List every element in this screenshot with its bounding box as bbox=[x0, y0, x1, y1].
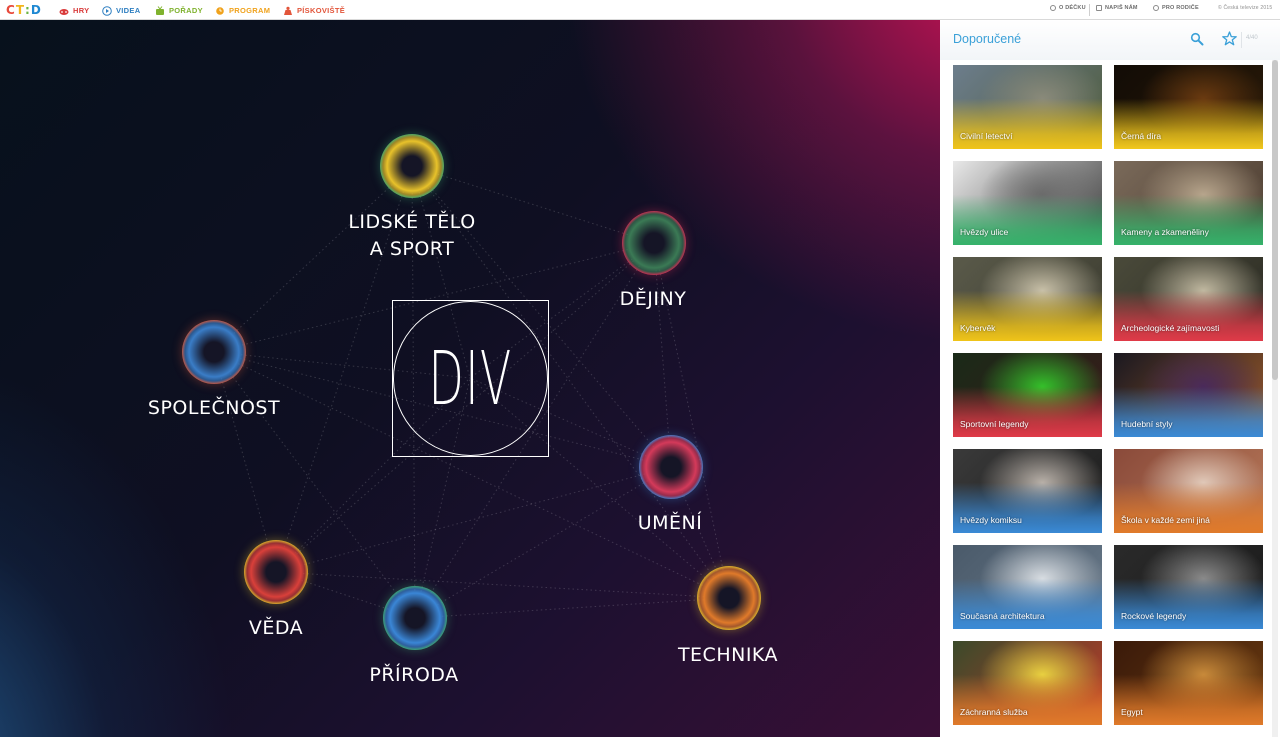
tile-caption: Archeologické zajímavosti bbox=[1121, 323, 1220, 333]
topic-label: DĚJINY bbox=[619, 288, 687, 310]
div-center-logo[interactable]: DIV bbox=[392, 300, 549, 457]
topic-circle bbox=[622, 211, 686, 275]
topic-label: VĚDA bbox=[248, 617, 304, 639]
ctd-logo[interactable]: C T : D bbox=[6, 3, 41, 17]
help-icon bbox=[1153, 5, 1159, 11]
tile-caption: Civilní letectví bbox=[960, 131, 1013, 141]
video-tile[interactable]: Hudební styly bbox=[1114, 353, 1263, 437]
nav-hry[interactable]: HRY bbox=[59, 4, 89, 17]
topic-label: UMĚNÍ bbox=[637, 512, 703, 534]
video-tile[interactable]: Černá díra bbox=[1114, 65, 1263, 149]
nav-videa[interactable]: VIDEA bbox=[102, 4, 140, 17]
network-link bbox=[213, 351, 277, 573]
tile-caption: Rockové legendy bbox=[1121, 611, 1187, 621]
topic-circle bbox=[383, 586, 447, 650]
video-tile[interactable]: Archeologické zajímavosti bbox=[1114, 257, 1263, 341]
topic-circle bbox=[182, 320, 246, 384]
play-icon bbox=[102, 5, 112, 16]
clock-icon bbox=[216, 6, 224, 15]
logo-char: T bbox=[15, 3, 24, 17]
video-tile[interactable]: Hvězdy komiksu bbox=[953, 449, 1102, 533]
util-divider bbox=[1089, 4, 1090, 16]
util-o-decku[interactable]: O DÉČKU bbox=[1050, 5, 1086, 11]
sidebar-header: Doporučené 4/40 bbox=[940, 20, 1280, 60]
logo-char: D bbox=[30, 3, 41, 17]
video-tile[interactable]: Civilní letectví bbox=[953, 65, 1102, 149]
topic-circle bbox=[697, 566, 761, 630]
topic-circle bbox=[380, 134, 444, 198]
video-tile[interactable]: Sportovní legendy bbox=[953, 353, 1102, 437]
tile-caption: Egypt bbox=[1121, 707, 1143, 717]
network-link bbox=[414, 466, 672, 619]
tile-caption: Záchranná služba bbox=[960, 707, 1028, 717]
sandbox-icon bbox=[284, 6, 292, 15]
scrollbar[interactable] bbox=[1272, 60, 1278, 737]
nav-program-label: PROGRAM bbox=[229, 6, 271, 15]
tile-caption: Černá díra bbox=[1121, 131, 1162, 141]
nav-porady[interactable]: POŘADY bbox=[155, 4, 203, 17]
tile-caption: Sportovní legendy bbox=[960, 419, 1029, 429]
topic-label: PŘÍRODA bbox=[369, 664, 459, 686]
nav-porady-label: POŘADY bbox=[169, 6, 203, 15]
nav-piskoviste-label: PÍSKOVIŠTĚ bbox=[297, 6, 346, 15]
tv-icon bbox=[156, 5, 164, 15]
div-logo-text: DIV bbox=[428, 335, 513, 422]
util-napis-nam[interactable]: NAPIŠ NÁM bbox=[1096, 5, 1138, 11]
topic-label: TECHNIKA bbox=[677, 644, 779, 666]
tile-caption: Hudební styly bbox=[1121, 419, 1173, 429]
video-tile[interactable]: Hvězdy ulice bbox=[953, 161, 1102, 245]
video-tile[interactable]: Egypt bbox=[1114, 641, 1263, 725]
util-pro-rodice-label: PRO RODIČE bbox=[1162, 5, 1199, 11]
header-divider bbox=[1241, 32, 1242, 48]
copyright: © Česká televize 2015 bbox=[1218, 5, 1272, 11]
nav-piskoviste[interactable]: PÍSKOVIŠTĚ bbox=[283, 4, 345, 17]
search-icon[interactable] bbox=[1190, 32, 1204, 46]
logo-char: C bbox=[6, 3, 15, 17]
video-tile[interactable]: Kameny a zkameněliny bbox=[1114, 161, 1263, 245]
topic-label: SPOLEČNOST bbox=[147, 397, 281, 419]
util-o-decku-label: O DÉČKU bbox=[1059, 5, 1086, 11]
tile-caption: Hvězdy komiksu bbox=[960, 515, 1022, 525]
nav-hry-label: HRY bbox=[73, 6, 90, 15]
copyright-text: © Česká televize 2015 bbox=[1218, 5, 1273, 11]
video-tile[interactable]: Záchranná služba bbox=[953, 641, 1102, 725]
scroll-thumb[interactable] bbox=[1272, 60, 1278, 380]
page-indicator: 4/40 bbox=[1246, 35, 1258, 41]
video-tile[interactable]: Rockové legendy bbox=[1114, 545, 1263, 629]
recommended-sidebar: Doporučené 4/40 Civilní letectví Černá dí… bbox=[940, 20, 1280, 737]
top-bar: C T : D HRY VIDEA POŘADY PROGRAM PÍSKOVI… bbox=[0, 0, 1280, 20]
video-tile[interactable]: Kybervěk bbox=[953, 257, 1102, 341]
nav-videa-label: VIDEA bbox=[116, 6, 141, 15]
topic-circle bbox=[639, 435, 703, 499]
info-icon bbox=[1050, 5, 1056, 11]
tile-caption: Kameny a zkameněliny bbox=[1121, 227, 1209, 237]
logo-char: : bbox=[25, 3, 30, 17]
sidebar-title: Doporučené bbox=[953, 32, 1022, 46]
tile-caption: Kybervěk bbox=[960, 323, 996, 333]
gamepad-icon bbox=[59, 8, 69, 15]
topic-network: DIV LIDSKÉ TĚLO A SPORT DĚJINY SPOLEČNOS… bbox=[0, 20, 940, 737]
network-link bbox=[653, 242, 672, 468]
topic-label: LIDSKÉ TĚLO A SPORT bbox=[348, 211, 476, 260]
network-link bbox=[275, 571, 730, 599]
video-tile[interactable]: Současná architektura bbox=[953, 545, 1102, 629]
star-icon[interactable] bbox=[1222, 31, 1237, 46]
nav-program[interactable]: PROGRAM bbox=[215, 4, 270, 17]
mail-icon bbox=[1096, 5, 1102, 11]
util-napis-nam-label: NAPIŠ NÁM bbox=[1105, 5, 1138, 11]
video-tile[interactable]: Škola v každé zemi jiná bbox=[1114, 449, 1263, 533]
util-pro-rodice[interactable]: PRO RODIČE bbox=[1153, 5, 1199, 11]
tile-caption: Hvězdy ulice bbox=[960, 227, 1009, 237]
topic-circle bbox=[244, 540, 308, 604]
tile-caption: Současná architektura bbox=[960, 611, 1045, 621]
tile-caption: Škola v každé zemi jiná bbox=[1121, 515, 1210, 525]
network-link bbox=[414, 597, 730, 619]
